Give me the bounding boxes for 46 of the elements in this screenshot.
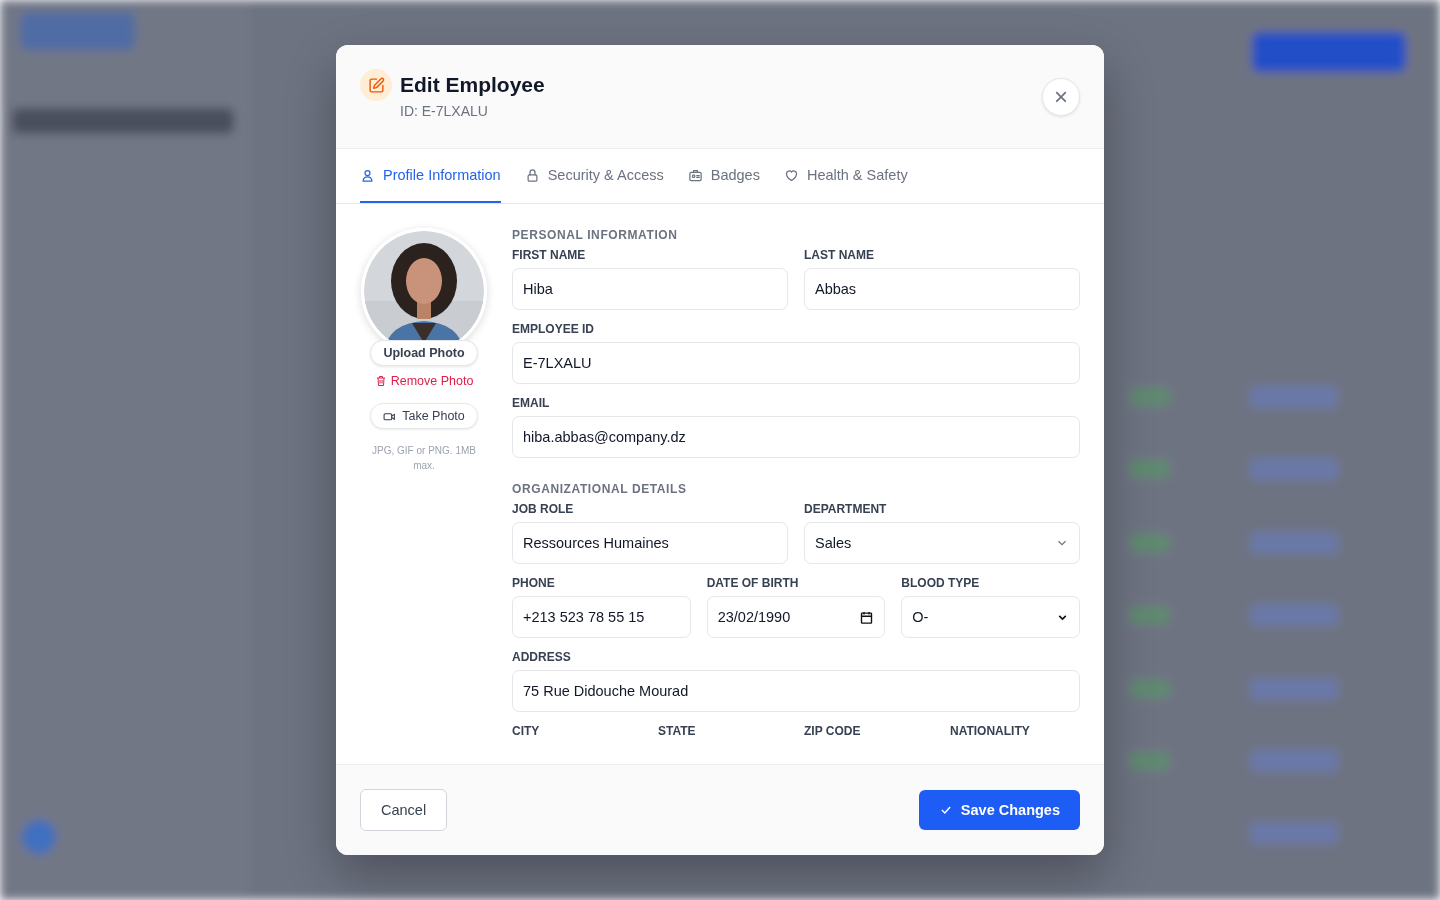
field-label: STATE [658, 724, 697, 738]
calendar-icon [859, 609, 875, 625]
field-label: DEPARTMENT [804, 502, 888, 516]
input-field[interactable]: +213 523 78 55 15 [512, 596, 691, 638]
input-field[interactable]: Hiba [512, 268, 788, 310]
tab[interactable]: Badges [687, 149, 760, 203]
field-label: ADDRESS [512, 650, 572, 664]
trash-icon [374, 375, 387, 387]
id-card-icon [687, 167, 703, 183]
field-label: LAST NAME [804, 248, 875, 262]
cancel-button[interactable]: Cancel [360, 789, 448, 831]
field-label: DATE OF BIRTH [706, 576, 800, 590]
tab[interactable]: Health & Safety [783, 149, 908, 203]
input-field[interactable]: Abbas [804, 268, 1080, 310]
field-label: EMPLOYEE ID [512, 322, 595, 336]
close-button[interactable]: × [1042, 78, 1080, 116]
select-field[interactable]: Sales [804, 522, 1080, 564]
input-field[interactable]: hiba.abbas@company.dz [512, 416, 1080, 458]
heart-icon [783, 167, 799, 183]
take-photo-button[interactable]: Take Photo [370, 403, 478, 429]
date-field[interactable]: 23/02/1990 [706, 596, 886, 638]
input-field[interactable]: Ressources Humaines [512, 522, 788, 564]
remove-photo-button[interactable]: Remove Photo [374, 374, 474, 388]
section-title: PERSONAL INFORMATION [512, 228, 679, 242]
select-field[interactable]: O- [901, 596, 1080, 638]
section-title: ORGANIZATIONAL DETAILS [512, 482, 688, 496]
field-label: PHONE [512, 576, 556, 590]
field-label: BLOOD TYPE [901, 576, 981, 590]
dialog-title: Edit Employee [400, 72, 546, 98]
field-label: JOB ROLE [512, 502, 575, 516]
lock-icon [524, 167, 540, 183]
field-label: FIRST NAME [512, 248, 587, 262]
save-changes-button[interactable]: Save Changes [918, 790, 1080, 830]
field-label: NATIONALITY [950, 724, 1031, 738]
upload-photo-button[interactable]: Upload Photo [370, 340, 478, 366]
field-label: CITY [512, 724, 541, 738]
field-label: EMAIL [512, 396, 551, 410]
tab[interactable]: Profile Information [360, 149, 501, 203]
input-field[interactable]: E-7LXALU [512, 342, 1080, 384]
photo-hint: JPG, GIF or PNG. 1MB max. [371, 444, 477, 473]
edit-icon [360, 69, 392, 101]
field-label: ZIP CODE [804, 724, 862, 738]
person-icon [360, 167, 375, 183]
tab[interactable]: Security & Access [524, 149, 664, 203]
employee-id-subtitle: ID: E-7LXALU [400, 103, 489, 119]
input-field[interactable]: 75 Rue Didouche Mourad [512, 670, 1080, 712]
